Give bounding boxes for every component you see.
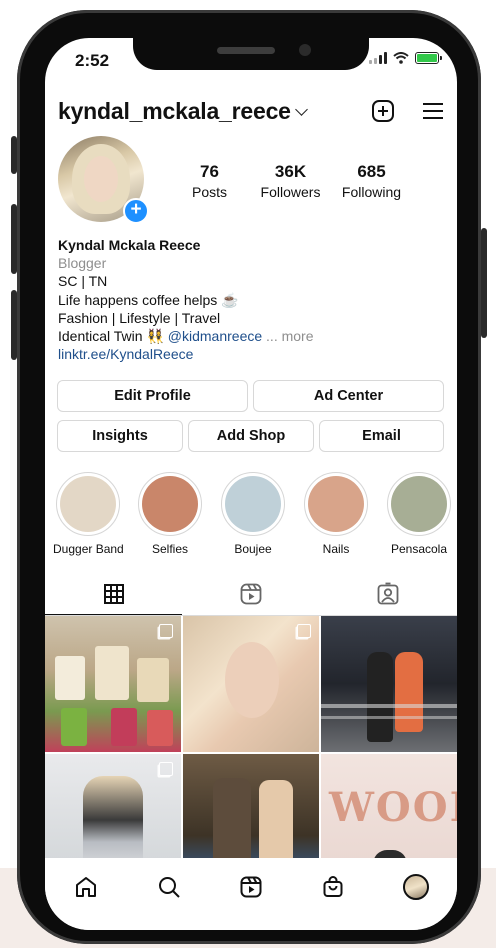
bio-line: Fashion | Lifestyle | Travel bbox=[58, 309, 221, 326]
profile-header: kyndal_mckala_reece bbox=[58, 96, 445, 126]
following-label: Following bbox=[341, 184, 402, 200]
phone-frame: 2:52 kyndal_mckala_reece + 76 Posts 36K … bbox=[17, 10, 481, 944]
reels-icon bbox=[240, 583, 261, 605]
tab-posts-grid[interactable] bbox=[45, 573, 182, 615]
power-button bbox=[481, 228, 487, 338]
bio-line: Identical Twin 👯‍♀️ @kidmanreece ... mor… bbox=[58, 327, 314, 345]
new-post-icon[interactable] bbox=[371, 99, 395, 123]
highlight-cover bbox=[308, 476, 364, 532]
bio-text: Identical Twin 👯‍♀️ bbox=[58, 328, 168, 345]
add-shop-button[interactable]: Add Shop bbox=[188, 420, 314, 452]
highlight-cover bbox=[60, 476, 116, 532]
posts-stat[interactable]: 76 Posts bbox=[169, 162, 250, 200]
speaker-grille bbox=[217, 47, 275, 54]
highlight-cover bbox=[225, 476, 281, 532]
tab-tagged[interactable] bbox=[319, 573, 456, 615]
followers-label: Followers bbox=[260, 184, 321, 200]
tab-reels[interactable] bbox=[182, 573, 319, 615]
nav-shop[interactable] bbox=[313, 872, 353, 902]
insights-button[interactable]: Insights bbox=[57, 420, 183, 452]
highlight-boujee[interactable]: Boujee bbox=[218, 472, 288, 556]
status-time: 2:52 bbox=[75, 51, 110, 70]
wifi-icon bbox=[393, 52, 409, 64]
posts-label: Posts bbox=[191, 184, 227, 200]
following-count: 685 bbox=[357, 162, 386, 181]
phone-screen: 2:52 kyndal_mckala_reece + 76 Posts 36K … bbox=[45, 38, 457, 930]
nav-profile[interactable] bbox=[396, 872, 436, 902]
grid-icon bbox=[103, 584, 124, 604]
highlight-label: Selfies bbox=[151, 542, 189, 556]
search-icon bbox=[158, 877, 180, 898]
posts-grid: WOOF bbox=[45, 616, 457, 890]
category-label: Blogger bbox=[58, 255, 107, 272]
nav-home[interactable] bbox=[66, 872, 106, 902]
post-thumbnail[interactable] bbox=[183, 616, 319, 752]
highlight-nails[interactable]: Nails bbox=[301, 472, 371, 556]
multi-photo-icon bbox=[159, 624, 173, 638]
add-story-icon[interactable]: + bbox=[123, 198, 149, 224]
highlight-pensacola[interactable]: Pensacola bbox=[384, 472, 454, 556]
chevron-down-icon[interactable] bbox=[294, 102, 308, 116]
more-link[interactable]: ... more bbox=[262, 328, 313, 344]
tagged-icon bbox=[377, 582, 398, 605]
phone-notch bbox=[133, 38, 369, 70]
bio-website-link[interactable]: linktr.ee/KyndalReece bbox=[58, 345, 314, 363]
highlight-label: Boujee bbox=[234, 542, 272, 556]
bio-line: SC | TN bbox=[58, 273, 108, 290]
front-camera bbox=[299, 44, 311, 56]
edit-profile-button[interactable]: Edit Profile bbox=[57, 380, 248, 412]
highlight-label: Dugger Band bbox=[53, 542, 124, 556]
nav-search[interactable] bbox=[149, 872, 189, 902]
highlight-label: Nails bbox=[322, 542, 350, 556]
home-icon bbox=[76, 877, 97, 897]
display-name: Kyndal Mckala Reece bbox=[58, 237, 201, 253]
signal-icon bbox=[369, 52, 387, 64]
status-indicators bbox=[369, 52, 442, 64]
battery-icon bbox=[415, 52, 442, 64]
shopping-bag-icon bbox=[323, 876, 343, 897]
following-stat[interactable]: 685 Following bbox=[331, 162, 412, 200]
highlight-cover bbox=[391, 476, 447, 532]
highlight-dugger-band[interactable]: Dugger Band bbox=[53, 472, 124, 556]
highlight-cover bbox=[142, 476, 198, 532]
post-thumbnail[interactable] bbox=[45, 616, 181, 752]
profile-avatar-icon bbox=[402, 874, 429, 900]
username[interactable]: kyndal_mckala_reece bbox=[58, 98, 291, 125]
bio-line: Life happens coffee helps ☕ bbox=[58, 291, 239, 308]
post-thumbnail[interactable] bbox=[321, 616, 457, 752]
posts-count: 76 bbox=[200, 162, 219, 181]
followers-stat[interactable]: 36K Followers bbox=[250, 162, 331, 200]
menu-icon[interactable] bbox=[421, 99, 445, 123]
highlight-label: Pensacola bbox=[390, 542, 448, 556]
followers-count: 36K bbox=[274, 162, 307, 181]
mention-link[interactable]: @kidmanreece bbox=[168, 328, 262, 344]
multi-photo-icon bbox=[297, 624, 311, 638]
reels-icon bbox=[240, 876, 262, 898]
profile-bio: Kyndal Mckala Reece Blogger SC | TN Life… bbox=[58, 236, 314, 363]
bottom-navigation bbox=[45, 858, 457, 930]
nav-reels[interactable] bbox=[231, 872, 271, 902]
ad-center-button[interactable]: Ad Center bbox=[253, 380, 444, 412]
profile-stats: 76 Posts 36K Followers 685 Following bbox=[169, 162, 429, 200]
email-button[interactable]: Email bbox=[319, 420, 444, 452]
multi-photo-icon bbox=[159, 762, 173, 776]
profile-tabs bbox=[45, 573, 457, 616]
highlight-selfies[interactable]: Selfies bbox=[135, 472, 205, 556]
